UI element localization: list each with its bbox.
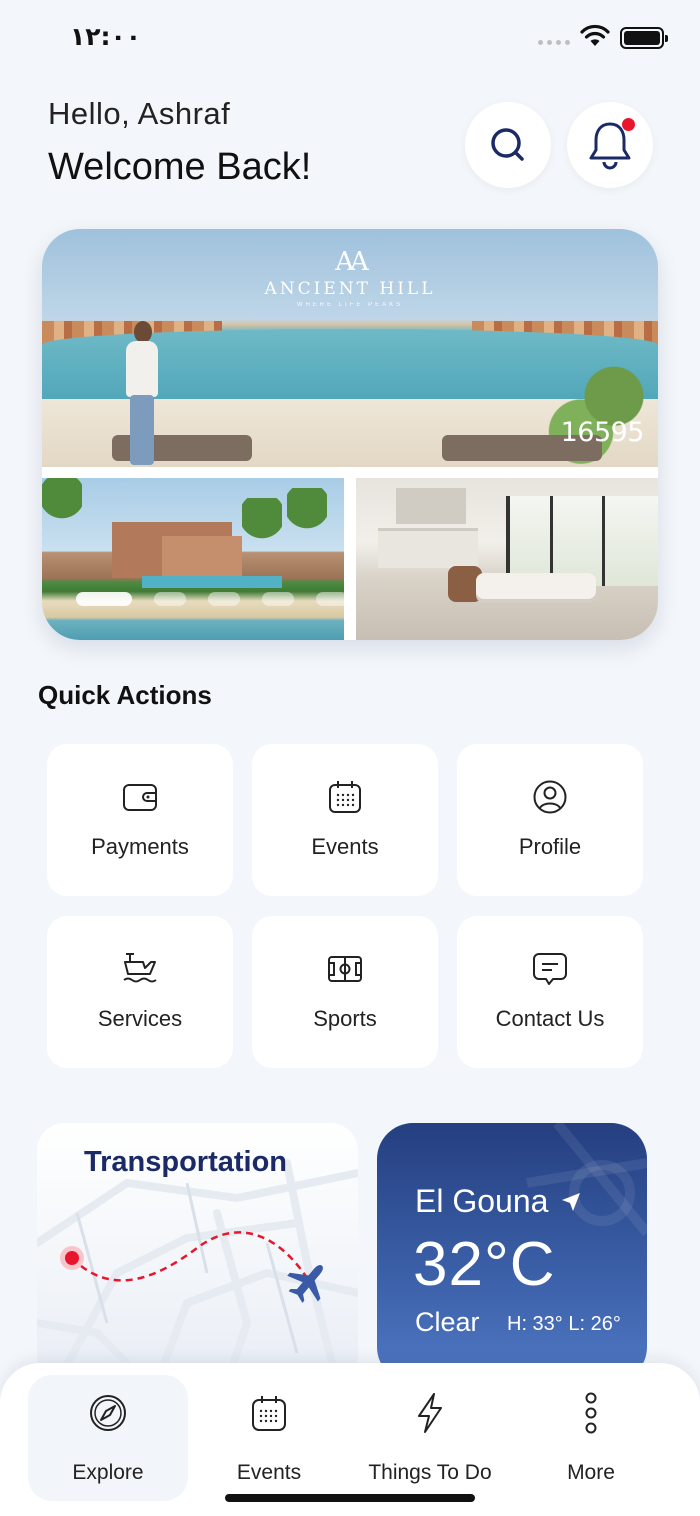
payments-label: Payments <box>91 834 189 859</box>
nav-label-things-to-do: Things To Do <box>368 1461 492 1484</box>
services-action-card[interactable]: Services <box>47 916 233 1068</box>
wifi-icon <box>580 24 610 46</box>
location-arrow-icon <box>562 1192 581 1211</box>
banner-number: 16595 <box>560 417 645 448</box>
notifications-button[interactable] <box>567 102 653 188</box>
calendar-icon <box>329 781 361 813</box>
chat-icon <box>533 953 567 985</box>
compass-icon <box>90 1395 126 1431</box>
transportation-title: Transportation <box>84 1146 288 1178</box>
status-bar: ١٢:٠٠ <box>0 0 700 80</box>
banner-main-image[interactable]: AA ANCIENT HILL WHERE LIFE PEAKS 16595 <box>42 229 658 467</box>
carousel-dot[interactable] <box>154 592 186 606</box>
contact-us-label: Contact Us <box>495 1006 605 1031</box>
transportation-card[interactable]: Transportation <box>37 1123 358 1383</box>
weather-location: El Gouna <box>415 1183 582 1220</box>
profile-label: Profile <box>518 834 582 859</box>
nav-tab-things-to-do[interactable]: Things To Do <box>350 1375 510 1501</box>
quick-actions-title: Quick Actions <box>38 680 212 710</box>
carousel-pagination[interactable] <box>76 592 348 606</box>
events-label: Events <box>311 834 379 859</box>
palm-tree <box>42 478 82 548</box>
brand-title: ANCIENT HILL <box>264 279 436 299</box>
status-time: ١٢:٠٠ <box>70 22 142 51</box>
calendar-icon <box>252 1396 286 1431</box>
brand-logo-mark: AA <box>335 247 369 277</box>
wallet-icon <box>123 784 157 811</box>
search-button[interactable] <box>465 102 551 188</box>
sports-action-card[interactable]: Sports <box>252 916 438 1068</box>
villa-pool <box>142 576 282 588</box>
nav-tab-more[interactable]: More <box>511 1375 671 1501</box>
sports-label: Sports <box>313 1006 377 1031</box>
boat-icon <box>123 953 157 983</box>
weather-card[interactable]: El Gouna 32°C Clear H: 33° L: 26° <box>377 1123 647 1383</box>
weather-condition: Clear <box>415 1307 480 1337</box>
profile-action-card[interactable]: Profile <box>457 744 643 896</box>
banner-thumbnail-interior[interactable] <box>356 478 658 640</box>
carousel-dot[interactable] <box>208 592 240 606</box>
interior-sofa <box>476 573 596 599</box>
carousel-dot[interactable] <box>316 592 348 606</box>
greeting-text: Hello, Ashraf <box>48 96 231 131</box>
notification-dot <box>622 118 635 131</box>
weather-temperature: 32°C <box>413 1230 556 1299</box>
interior-shelf <box>396 488 466 524</box>
services-label: Services <box>97 1006 183 1031</box>
interior-cabinet <box>378 528 478 568</box>
ancient-hill-logo: AA ANCIENT HILL WHERE LIFE PEAKS <box>42 247 658 308</box>
weather-city-name: El Gouna <box>415 1183 549 1219</box>
carousel-dot[interactable] <box>76 592 132 606</box>
nav-label-events: Events <box>236 1461 302 1484</box>
lightning-icon <box>418 1393 442 1433</box>
banner-thumbnail-villa[interactable] <box>42 478 344 640</box>
battery-icon <box>620 27 668 49</box>
contact-us-action-card[interactable]: Contact Us <box>457 916 643 1068</box>
search-icon <box>491 128 524 161</box>
woman-figure <box>120 321 164 467</box>
carousel-dot[interactable] <box>262 592 294 606</box>
promo-banner-carousel[interactable]: AA ANCIENT HILL WHERE LIFE PEAKS 16595 <box>42 229 658 640</box>
nav-tab-events[interactable]: Events <box>189 1375 349 1501</box>
football-field-icon <box>328 956 362 982</box>
villa-building <box>162 536 242 576</box>
more-vertical-icon <box>585 1392 597 1434</box>
weather-high-low: H: 33° L: 26° <box>507 1313 621 1335</box>
user-circle-icon <box>533 780 567 814</box>
brand-tagline: WHERE LIFE PEAKS <box>296 302 404 308</box>
events-action-card[interactable]: Events <box>252 744 438 896</box>
nav-tab-explore[interactable]: Explore <box>28 1375 188 1501</box>
cellular-signal-icon <box>538 40 570 45</box>
nav-label-explore: Explore <box>72 1461 144 1484</box>
payments-action-card[interactable]: Payments <box>47 744 233 896</box>
palm-tree <box>242 498 282 568</box>
palm-tree <box>287 488 327 558</box>
home-indicator[interactable] <box>225 1494 475 1502</box>
welcome-title: Welcome Back! <box>48 146 312 188</box>
nav-label-more: More <box>567 1461 615 1484</box>
